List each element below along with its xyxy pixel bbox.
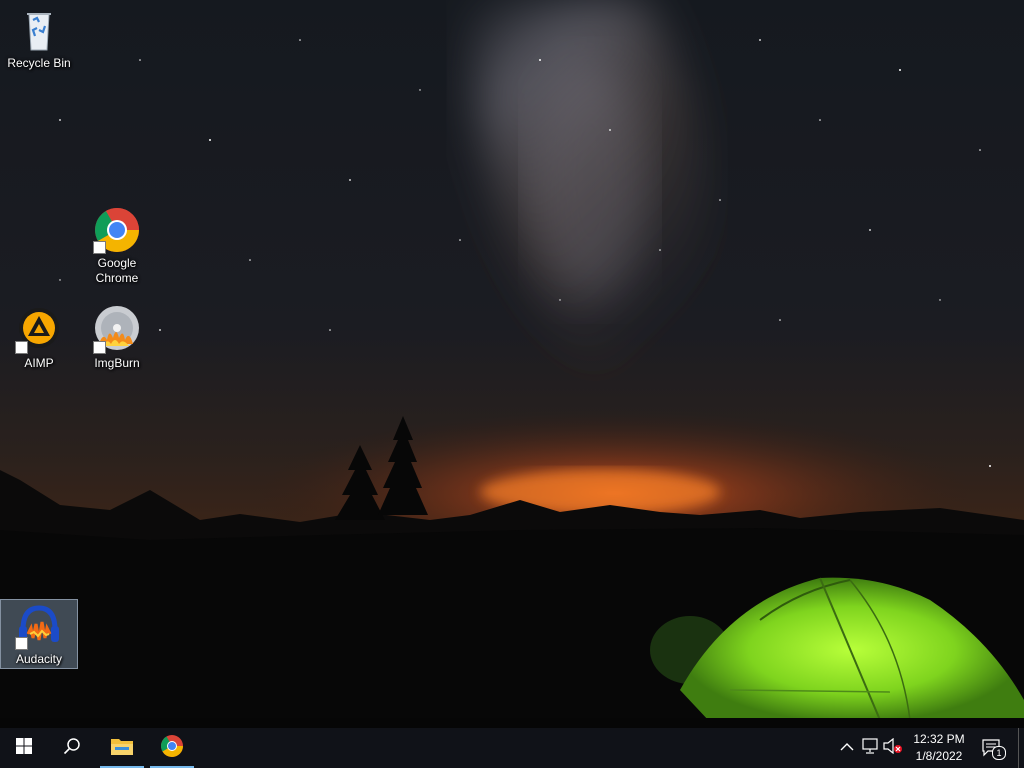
start-button[interactable] xyxy=(0,728,48,768)
taskbar: 12:32 PM 1/8/2022 1 xyxy=(0,728,1024,768)
desktop-icon-label: Google Chrome xyxy=(95,256,139,285)
shortcut-arrow-icon xyxy=(93,241,106,254)
show-desktop-button[interactable] xyxy=(1018,728,1024,768)
desktop-icon-google-chrome[interactable]: Google Chrome xyxy=(79,206,155,286)
shortcut-arrow-icon xyxy=(15,341,28,354)
shortcut-arrow-icon xyxy=(15,637,28,650)
action-center-button[interactable]: 1 xyxy=(976,728,1008,768)
search-button[interactable] xyxy=(48,728,96,768)
chrome-icon xyxy=(160,734,184,763)
chrome-icon xyxy=(93,206,141,254)
aimp-icon xyxy=(15,306,63,354)
windows-logo-icon xyxy=(16,737,32,759)
show-hidden-icons-button[interactable] xyxy=(839,740,855,756)
clock-time: 12:32 PM xyxy=(913,732,965,746)
desktop-icon-recycle-bin[interactable]: Recycle Bin xyxy=(1,6,77,71)
search-icon xyxy=(63,737,81,760)
notification-count-badge: 1 xyxy=(992,746,1006,760)
taskbar-file-explorer[interactable] xyxy=(98,728,146,768)
desktop-icon-label: Audacity xyxy=(15,652,63,666)
taskbar-google-chrome[interactable] xyxy=(148,728,196,768)
network-button[interactable] xyxy=(861,737,879,759)
taskbar-clock[interactable]: 12:32 PM 1/8/2022 xyxy=(904,731,974,765)
notification-icon: 1 xyxy=(982,739,1006,760)
imgburn-icon xyxy=(93,306,141,354)
desktop-icon-imgburn[interactable]: ImgBurn xyxy=(79,306,155,371)
shortcut-arrow-icon xyxy=(93,341,106,354)
volume-button[interactable] xyxy=(883,737,903,759)
chevron-up-icon xyxy=(840,739,854,757)
network-icon xyxy=(861,737,879,759)
desktop-icon-label: AIMP xyxy=(24,356,54,370)
desktop-icon-label: ImgBurn xyxy=(94,356,140,370)
audacity-icon xyxy=(15,602,63,650)
desktop-icon-label: Recycle Bin xyxy=(7,56,71,70)
volume-muted-icon xyxy=(883,737,903,759)
desktop-icon-audacity[interactable]: Audacity xyxy=(0,599,78,669)
clock-date: 1/8/2022 xyxy=(915,749,963,763)
recycle-bin-icon xyxy=(15,6,63,54)
folder-icon xyxy=(110,736,134,761)
desktop-icon-aimp[interactable]: AIMP xyxy=(1,306,77,371)
